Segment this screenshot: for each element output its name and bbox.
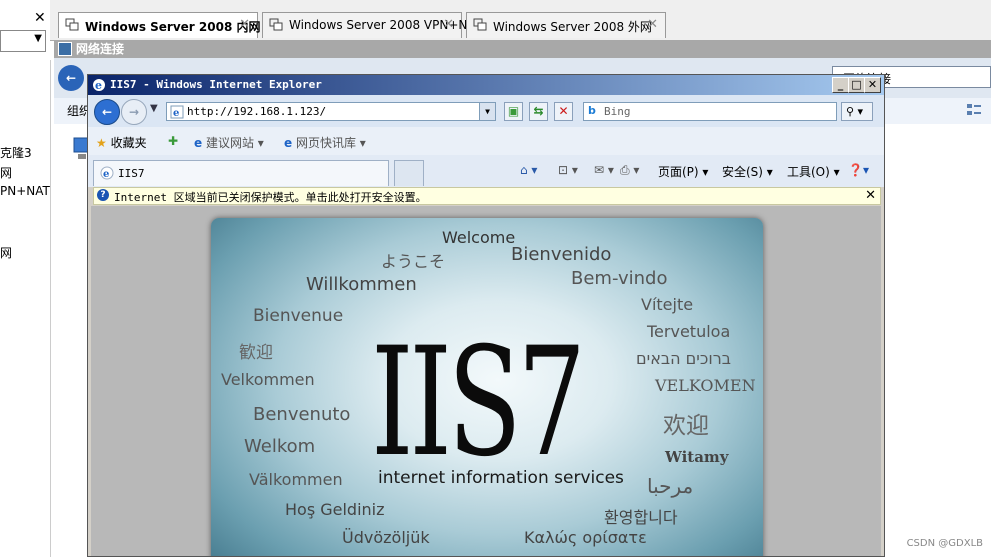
view-options-icon[interactable]	[966, 102, 982, 118]
welcome-word: Welcome	[442, 228, 516, 247]
vm-icon	[473, 18, 487, 31]
iis-welcome-image: Welcome ようこそ Bienvenido Willkommen Bem-v…	[211, 218, 763, 556]
forward-button[interactable]: →	[121, 99, 147, 125]
vm-icon	[269, 18, 283, 31]
welcome-word: VELKOMEN	[655, 376, 756, 395]
minimize-button[interactable]: _	[832, 77, 849, 93]
favorites-bar: ★ 收藏夹 ✚ e 建议网站 ▾ e 网页快讯库 ▾	[88, 127, 884, 155]
welcome-word: Bem-vindo	[571, 268, 668, 289]
back-arrow-icon[interactable]: ←	[58, 65, 84, 91]
welcome-word: Bienvenido	[511, 244, 612, 265]
welcome-word: Velkommen	[221, 370, 315, 389]
svg-text:e: e	[173, 108, 179, 119]
iis-subtitle: internet information services	[378, 468, 624, 488]
ie-logo-icon: e	[93, 79, 105, 92]
close-icon[interactable]: ✕	[34, 10, 46, 26]
compatibility-view-icon[interactable]: ▣	[504, 102, 523, 121]
welcome-word: 歓迎	[239, 343, 273, 363]
recent-pages-dropdown[interactable]: ▼	[150, 103, 158, 114]
ie-content-area: Welcome ようこそ Bienvenido Willkommen Bem-v…	[91, 206, 881, 556]
welcome-word: ברוכים הבאים	[636, 349, 731, 368]
help-icon[interactable]: ❓▾	[848, 163, 869, 177]
welcome-word: Bienvenue	[253, 306, 344, 326]
welcome-word: مرحبا	[647, 474, 694, 498]
mail-icon[interactable]: ✉ ▾	[594, 163, 614, 177]
iis7-logo: IIS7	[371, 316, 586, 490]
vm-tab-label: Windows Server 2008 内网	[85, 20, 261, 34]
ie-navigation-bar: ← → ▼ e http://192.168.1.123/ ▼ ▣ ⇆ ✕ b …	[88, 95, 884, 127]
close-icon[interactable]: ✕	[443, 17, 454, 32]
vm-tab[interactable]: Windows Server 2008 内网 ✕	[58, 12, 261, 38]
welcome-word: Willkommen	[306, 274, 417, 295]
ie-tab-row: e IIS7 ⌂ ▾ ⊡ ▾ ✉ ▾ ⎙ ▾ 页面(P) ▾ 安全(S) ▾ 工…	[88, 155, 884, 187]
ie-page-icon: e	[284, 136, 293, 150]
welcome-word: Vítejte	[641, 295, 694, 314]
search-button[interactable]: ⚲ ▾	[841, 102, 873, 121]
welcome-word: Witamy	[665, 448, 729, 466]
ie-title-bar[interactable]: e IIS7 - Windows Internet Explorer _ □ ✕	[88, 75, 884, 95]
welcome-word: ようこそ	[381, 252, 446, 271]
close-button[interactable]: ✕	[864, 77, 881, 93]
address-bar[interactable]: e http://192.168.1.123/ ▼	[166, 102, 496, 121]
library-item[interactable]: 网	[0, 244, 12, 261]
tools-menu[interactable]: 工具(O) ▾	[787, 163, 840, 180]
vm-icon	[65, 18, 79, 31]
suggested-sites-link[interactable]: e 建议网站 ▾	[194, 134, 264, 151]
search-input[interactable]: b Bing	[583, 102, 837, 121]
library-item[interactable]: 网	[0, 164, 12, 181]
welcome-word: Tervetuloa	[647, 322, 731, 341]
page-menu[interactable]: 页面(P) ▾	[658, 163, 708, 180]
welcome-word: 欢迎	[663, 413, 709, 439]
welcome-word: Καλώς ορίσατε	[524, 528, 647, 547]
svg-text:e: e	[103, 169, 109, 180]
favorites-button[interactable]: ★ 收藏夹	[96, 134, 147, 151]
feeds-icon[interactable]: ⊡ ▾	[558, 163, 578, 177]
address-dropdown-icon[interactable]: ▼	[479, 103, 495, 120]
add-favorite-icon[interactable]: ✚	[168, 134, 178, 148]
host-library-panel: 克隆3 网 PN+NAT 网	[0, 60, 51, 557]
home-icon[interactable]: ⌂ ▾	[520, 163, 537, 177]
new-tab-button[interactable]	[394, 160, 424, 186]
watermark: CSDN @GDXLB	[906, 538, 983, 549]
star-icon: ★	[96, 136, 107, 150]
library-item[interactable]: 克隆3	[0, 144, 32, 161]
close-icon[interactable]: ✕	[647, 17, 658, 32]
welcome-word: 환영합니다	[604, 508, 678, 527]
library-item[interactable]: PN+NAT	[0, 184, 50, 198]
maximize-button[interactable]: □	[848, 77, 865, 93]
welcome-word: Üdvözöljük	[342, 528, 430, 547]
back-button[interactable]: ←	[94, 99, 120, 125]
close-icon[interactable]: ✕	[865, 188, 876, 203]
safety-menu[interactable]: 安全(S) ▾	[722, 163, 773, 180]
ie-page-icon: e	[194, 136, 203, 150]
network-icon	[58, 42, 72, 56]
welcome-word: Hoş Geldiniz	[285, 500, 385, 519]
vm-tab[interactable]: Windows Server 2008 VPN+NAT ✕	[262, 12, 482, 38]
ie-window-title: IIS7 - Windows Internet Explorer	[110, 78, 322, 91]
refresh-icon[interactable]: ⇆	[529, 102, 548, 121]
ie-logo-icon: e	[100, 166, 114, 180]
stop-icon[interactable]: ✕	[554, 102, 573, 121]
vm-tab-label: Windows Server 2008 外网	[493, 20, 652, 34]
ie-tab[interactable]: e IIS7	[93, 160, 389, 186]
welcome-word: Welkom	[244, 436, 316, 457]
information-bar[interactable]: ? Internet 区域当前已关闭保护模式。单击此处打开安全设置。 ✕	[93, 187, 881, 205]
vm-tab[interactable]: Windows Server 2008 外网 ✕	[466, 12, 666, 38]
bing-logo-icon: b	[588, 104, 596, 117]
search-icon: ⚲	[846, 105, 855, 118]
vm-tab-bar: Windows Server 2008 内网 ✕ Windows Server …	[50, 0, 991, 41]
print-icon[interactable]: ⎙ ▾	[620, 163, 639, 178]
left-dropdown[interactable]: ▼	[0, 30, 46, 52]
shield-help-icon: ?	[97, 189, 109, 201]
guest-window-title: 网络连接	[54, 40, 991, 58]
close-icon[interactable]: ✕	[239, 17, 250, 32]
welcome-word: Välkommen	[249, 470, 343, 489]
svg-text:e: e	[95, 79, 102, 92]
welcome-word: Benvenuto	[253, 404, 351, 425]
ie-window: e IIS7 - Windows Internet Explorer _ □ ✕…	[87, 74, 885, 557]
web-slice-gallery-link[interactable]: e 网页快讯库 ▾	[284, 134, 366, 151]
chevron-down-icon: ▼	[34, 33, 42, 44]
page-icon: e	[170, 105, 184, 119]
address-text: http://192.168.1.123/	[187, 105, 327, 118]
